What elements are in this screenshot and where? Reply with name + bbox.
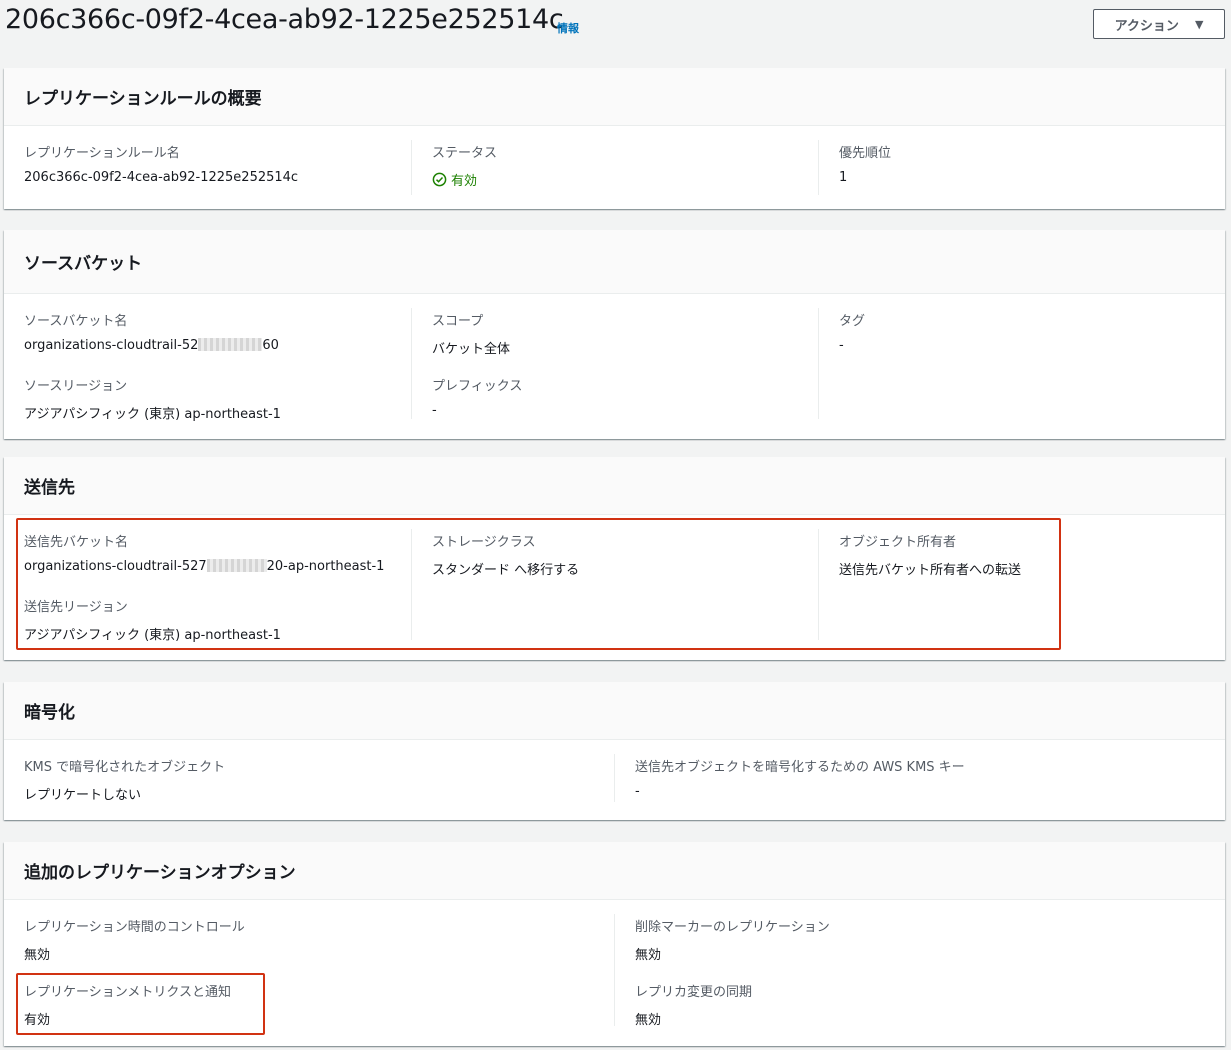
storage-class-field: ストレージクラス スタンダード へ移行する (432, 531, 579, 578)
source-bucket-name-suffix: 60 (262, 338, 279, 353)
destination-panel-header: 送信先 (4, 457, 1225, 515)
status-label: ステータス (432, 146, 498, 161)
rtc-label: レプリケーション時間のコントロール (24, 920, 245, 935)
caret-down-icon: ▼ (1194, 17, 1204, 31)
object-owner-value: 送信先バケット所有者への転送 (839, 563, 1022, 578)
actions-button[interactable]: アクション ▼ (1093, 9, 1225, 39)
tags-field: タグ - (839, 310, 865, 353)
source-bucket-panel: ソースバケット ソースバケット名 organizations-cloudtrai… (4, 230, 1225, 439)
priority-label: 優先順位 (839, 146, 892, 161)
redacted-mask (206, 559, 267, 572)
page-title: 206c366c-09f2-4cea-ab92-1225e252514c (5, 4, 564, 35)
delete-marker-value: 無効 (635, 948, 662, 963)
redacted-mask (198, 338, 263, 351)
delete-marker-field: 削除マーカーのレプリケーション 無効 (635, 916, 830, 963)
priority-value: 1 (839, 170, 848, 185)
destination-bucket-name-label: 送信先バケット名 (24, 535, 129, 550)
source-col-2: スコープ バケット全体 プレフィックス - (411, 308, 818, 419)
prefix-label: プレフィックス (432, 379, 523, 394)
metrics-field: レプリケーションメトリクスと通知 有効 (24, 981, 231, 1028)
page-header: 206c366c-09f2-4cea-ab92-1225e252514c 情報 … (0, 0, 1231, 56)
info-link[interactable]: 情報 (557, 20, 579, 36)
scope-label: スコープ (432, 314, 484, 329)
options-panel-header: 追加のレプリケーションオプション (4, 842, 1225, 900)
source-region-label: ソースリージョン (24, 379, 128, 394)
rule-name-label: レプリケーションルール名 (24, 146, 180, 161)
status-text: 有効 (451, 174, 478, 189)
prefix-field: プレフィックス - (432, 375, 522, 418)
encryption-col-1: KMS で暗号化されたオブジェクト レプリケートしない (24, 740, 614, 820)
encryption-col-2: 送信先オブジェクトを暗号化するための AWS KMS キー - (614, 754, 1204, 802)
encryption-panel: 暗号化 KMS で暗号化されたオブジェクト レプリケートしない 送信先オブジェク… (4, 682, 1225, 820)
rule-name-value: 206c366c-09f2-4cea-ab92-1225e252514c (24, 170, 299, 185)
overview-panel: レプリケーションルールの概要 レプリケーションルール名 206c366c-09f… (4, 68, 1225, 209)
destination-bucket-name-value: organizations-cloudtrail-527 20-ap-northe… (24, 559, 384, 574)
source-panel-title: ソースバケット (24, 254, 143, 274)
rule-name-field: レプリケーションルール名 206c366c-09f2-4cea-ab92-122… (24, 142, 298, 185)
destination-panel: 送信先 送信先バケット名 organizations-cloudtrail-52… (4, 457, 1225, 660)
destination-region-label: 送信先リージョン (24, 600, 128, 615)
object-owner-label: オブジェクト所有者 (839, 535, 957, 550)
source-region-value: アジアパシフィック (東京) ap-northeast-1 (24, 407, 281, 422)
source-bucket-name-value: organizations-cloudtrail-52 60 (24, 338, 279, 353)
storage-class-label: ストレージクラス (432, 535, 536, 550)
options-col-1: レプリケーション時間のコントロール 無効 レプリケーションメトリクスと通知 有効 (24, 900, 614, 1046)
overview-panel-title: レプリケーションルールの概要 (24, 89, 262, 109)
tags-value: - (839, 338, 844, 353)
kms-key-label: 送信先オブジェクトを暗号化するための AWS KMS キー (635, 760, 965, 775)
rtc-field: レプリケーション時間のコントロール 無効 (24, 916, 245, 963)
scope-field: スコープ バケット全体 (432, 310, 510, 357)
prefix-value: - (432, 403, 437, 418)
source-col-3: タグ - (818, 308, 1205, 419)
source-region-field: ソースリージョン アジアパシフィック (東京) ap-northeast-1 (24, 375, 281, 422)
replica-sync-field: レプリカ変更の同期 無効 (635, 981, 752, 1028)
overview-col-1: レプリケーションルール名 206c366c-09f2-4cea-ab92-122… (24, 126, 411, 209)
kms-objects-value: レプリケートしない (24, 788, 142, 803)
replica-sync-value: 無効 (635, 1013, 662, 1028)
check-circle-icon (432, 172, 447, 187)
kms-objects-field: KMS で暗号化されたオブジェクト レプリケートしない (24, 756, 225, 803)
metrics-value: 有効 (24, 1013, 51, 1028)
kms-objects-label: KMS で暗号化されたオブジェクト (24, 760, 226, 775)
options-col-2: 削除マーカーのレプリケーション 無効 レプリカ変更の同期 無効 (614, 914, 1204, 1028)
delete-marker-label: 削除マーカーのレプリケーション (635, 920, 830, 935)
kms-key-field: 送信先オブジェクトを暗号化するための AWS KMS キー - (635, 756, 965, 799)
object-owner-field: オブジェクト所有者 送信先バケット所有者への転送 (839, 531, 1021, 578)
additional-options-panel: 追加のレプリケーションオプション レプリケーション時間のコントロール 無効 レプ… (4, 842, 1225, 1046)
destination-bucket-name-suffix: 20-ap-northeast-1 (266, 559, 385, 574)
source-bucket-name-label: ソースバケット名 (24, 314, 128, 329)
rtc-value: 無効 (24, 948, 51, 963)
destination-col-1: 送信先バケット名 organizations-cloudtrail-527 20-… (24, 515, 411, 660)
destination-col-2: ストレージクラス スタンダード へ移行する (411, 529, 818, 640)
priority-field: 優先順位 1 (839, 142, 891, 185)
status-value: 有効 (432, 170, 497, 189)
storage-class-value: スタンダード へ移行する (432, 563, 580, 578)
encryption-panel-header: 暗号化 (4, 682, 1225, 740)
tags-label: タグ (839, 314, 866, 329)
destination-bucket-name-field: 送信先バケット名 organizations-cloudtrail-527 20-… (24, 531, 384, 574)
destination-col-3: オブジェクト所有者 送信先バケット所有者への転送 (818, 529, 1205, 640)
scope-value: バケット全体 (432, 342, 511, 357)
destination-panel-title: 送信先 (24, 478, 75, 498)
source-bucket-name-prefix: organizations-cloudtrail-52 (24, 338, 199, 353)
actions-button-label: アクション (1114, 18, 1179, 34)
source-panel-header: ソースバケット (4, 230, 1225, 294)
overview-panel-header: レプリケーションルールの概要 (4, 68, 1225, 126)
destination-region-field: 送信先リージョン アジアパシフィック (東京) ap-northeast-1 (24, 596, 281, 643)
status-field: ステータス 有効 (432, 142, 497, 189)
source-col-1: ソースバケット名 organizations-cloudtrail-52 60 ソ… (24, 294, 411, 439)
source-bucket-name-field: ソースバケット名 organizations-cloudtrail-52 60 (24, 310, 279, 353)
overview-col-3: 優先順位 1 (818, 140, 1205, 195)
encryption-panel-title: 暗号化 (24, 703, 75, 723)
replica-sync-label: レプリカ変更の同期 (635, 985, 753, 1000)
destination-bucket-name-prefix: organizations-cloudtrail-527 (24, 559, 207, 574)
options-panel-title: 追加のレプリケーションオプション (24, 863, 296, 883)
overview-col-2: ステータス 有効 (411, 140, 818, 195)
destination-region-value: アジアパシフィック (東京) ap-northeast-1 (24, 628, 281, 643)
kms-key-value: - (635, 784, 640, 799)
metrics-label: レプリケーションメトリクスと通知 (24, 985, 231, 1000)
